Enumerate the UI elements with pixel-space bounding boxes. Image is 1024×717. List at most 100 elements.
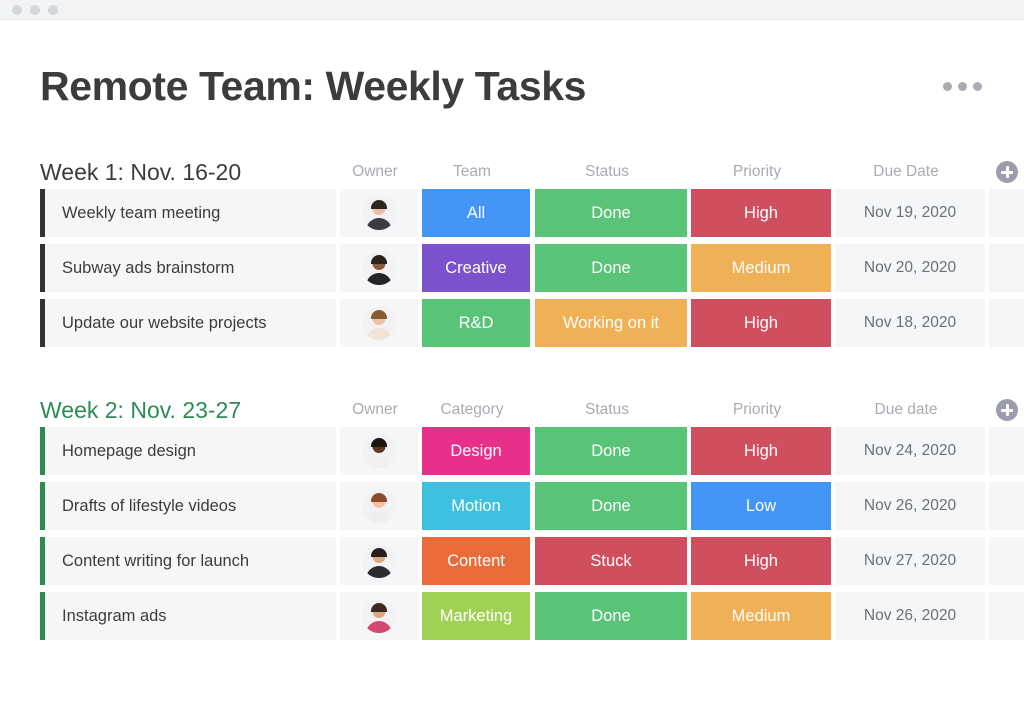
- task-name-cell[interactable]: Update our website projects: [40, 299, 336, 348]
- due-date-cell[interactable]: Nov 18, 2020: [835, 299, 985, 348]
- column-header-priority[interactable]: Priority: [687, 401, 827, 419]
- add-column-cell: [985, 161, 1024, 184]
- priority-chip[interactable]: Medium: [691, 592, 831, 641]
- status-chip[interactable]: Done: [535, 244, 687, 293]
- avatar: [362, 599, 396, 634]
- status-chip[interactable]: Done: [535, 592, 687, 641]
- window-dot-3[interactable]: [48, 4, 58, 15]
- avatar: [362, 434, 396, 469]
- avatar: [362, 251, 396, 286]
- table-row[interactable]: Subway ads brainstorm Creative Done Medium N…: [40, 244, 1024, 293]
- column-header-category[interactable]: Category: [418, 401, 526, 419]
- table-row[interactable]: Homepage design Design Done High Nov 24, 202…: [40, 427, 1024, 476]
- column-header-status[interactable]: Status: [531, 163, 683, 181]
- row-extra-cell[interactable]: [989, 189, 1024, 238]
- avatar-hair: [371, 548, 387, 558]
- owner-cell[interactable]: [340, 537, 418, 586]
- table-row[interactable]: Drafts of lifestyle videos Motion Done Low N…: [40, 482, 1024, 531]
- task-name-cell[interactable]: Instagram ads: [40, 592, 336, 641]
- owner-cell[interactable]: [340, 244, 418, 293]
- owner-cell[interactable]: [340, 189, 418, 238]
- avatar-body: [366, 511, 392, 524]
- board-group-2: Week 2: Nov. 23-27 Owner Category Status Pri…: [40, 393, 1024, 641]
- row-extra-cell[interactable]: [989, 299, 1024, 348]
- group-title[interactable]: Week 2: Nov. 23-27: [40, 397, 336, 424]
- priority-chip[interactable]: Medium: [691, 244, 831, 293]
- group-title[interactable]: Week 1: Nov. 16-20: [40, 159, 336, 186]
- window-dot-1[interactable]: [12, 4, 22, 15]
- group-header-row: Week 2: Nov. 23-27 Owner Category Status Pri…: [40, 393, 1018, 427]
- status-chip[interactable]: Stuck: [535, 537, 687, 586]
- due-date-cell[interactable]: Nov 27, 2020: [835, 537, 985, 586]
- window-title-bar: [0, 0, 1024, 20]
- category-chip[interactable]: Design: [422, 427, 530, 476]
- task-name-cell[interactable]: Homepage design: [40, 427, 336, 476]
- column-header-date[interactable]: Due Date: [831, 163, 981, 181]
- task-name-cell[interactable]: Weekly team meeting: [40, 189, 336, 238]
- avatar: [362, 544, 396, 579]
- kebab-menu-icon[interactable]: [943, 82, 982, 91]
- column-header-status[interactable]: Status: [531, 401, 683, 419]
- category-chip[interactable]: All: [422, 189, 530, 238]
- due-date-cell[interactable]: Nov 26, 2020: [835, 592, 985, 641]
- due-date-cell[interactable]: Nov 24, 2020: [835, 427, 985, 476]
- status-chip[interactable]: Done: [535, 482, 687, 531]
- avatar-body: [366, 566, 392, 579]
- status-chip[interactable]: Done: [535, 189, 687, 238]
- avatar-hair: [371, 493, 387, 503]
- owner-cell[interactable]: [340, 299, 418, 348]
- column-header-priority[interactable]: Priority: [687, 163, 827, 181]
- avatar-body: [366, 621, 392, 634]
- priority-chip[interactable]: High: [691, 537, 831, 586]
- column-header-category[interactable]: Team: [418, 163, 526, 181]
- row-extra-cell[interactable]: [989, 427, 1024, 476]
- avatar: [362, 489, 396, 524]
- table-row[interactable]: Weekly team meeting All Done High Nov 19, 20…: [40, 189, 1024, 238]
- avatar-hair: [371, 438, 387, 448]
- avatar: [362, 306, 396, 341]
- priority-chip[interactable]: High: [691, 189, 831, 238]
- due-date-cell[interactable]: Nov 20, 2020: [835, 244, 985, 293]
- task-name-cell[interactable]: Content writing for launch: [40, 537, 336, 586]
- column-header-owner[interactable]: Owner: [336, 163, 414, 181]
- column-header-date[interactable]: Due date: [831, 401, 981, 419]
- plus-circle-icon[interactable]: [996, 399, 1018, 422]
- priority-chip[interactable]: High: [691, 427, 831, 476]
- row-extra-cell[interactable]: [989, 244, 1024, 293]
- row-extra-cell[interactable]: [989, 482, 1024, 531]
- board-group-1: Week 1: Nov. 16-20 Owner Team Status Priorit…: [40, 155, 1024, 348]
- due-date-cell[interactable]: Nov 26, 2020: [835, 482, 985, 531]
- table-row[interactable]: Update our website projects R&D Working on…: [40, 299, 1024, 348]
- owner-cell[interactable]: [340, 482, 418, 531]
- category-chip[interactable]: R&D: [422, 299, 530, 348]
- window-dot-2[interactable]: [30, 4, 40, 15]
- plus-circle-icon[interactable]: [996, 161, 1018, 184]
- task-name-cell[interactable]: Drafts of lifestyle videos: [40, 482, 336, 531]
- group-header-row: Week 1: Nov. 16-20 Owner Team Status Priorit…: [40, 155, 1018, 189]
- owner-cell[interactable]: [340, 592, 418, 641]
- board-groups: Week 1: Nov. 16-20 Owner Team Status Priorit…: [40, 155, 1024, 641]
- category-chip[interactable]: Motion: [422, 482, 530, 531]
- avatar: [362, 196, 396, 231]
- avatar-body: [366, 328, 392, 341]
- avatar-hair: [371, 255, 387, 265]
- priority-chip[interactable]: Low: [691, 482, 831, 531]
- due-date-cell[interactable]: Nov 19, 2020: [835, 189, 985, 238]
- avatar-hair: [371, 310, 387, 320]
- avatar-body: [366, 273, 392, 286]
- category-chip[interactable]: Marketing: [422, 592, 530, 641]
- row-extra-cell[interactable]: [989, 537, 1024, 586]
- owner-cell[interactable]: [340, 427, 418, 476]
- category-chip[interactable]: Creative: [422, 244, 530, 293]
- add-column-cell: [985, 399, 1024, 422]
- status-chip[interactable]: Done: [535, 427, 687, 476]
- priority-chip[interactable]: High: [691, 299, 831, 348]
- avatar-body: [366, 218, 392, 231]
- category-chip[interactable]: Content: [422, 537, 530, 586]
- row-extra-cell[interactable]: [989, 592, 1024, 641]
- task-name-cell[interactable]: Subway ads brainstorm: [40, 244, 336, 293]
- column-header-owner[interactable]: Owner: [336, 401, 414, 419]
- table-row[interactable]: Instagram ads Marketing Done Medium Nov 26, …: [40, 592, 1024, 641]
- table-row[interactable]: Content writing for launch Content Stuck Hi…: [40, 537, 1024, 586]
- status-chip[interactable]: Working on it: [535, 299, 687, 348]
